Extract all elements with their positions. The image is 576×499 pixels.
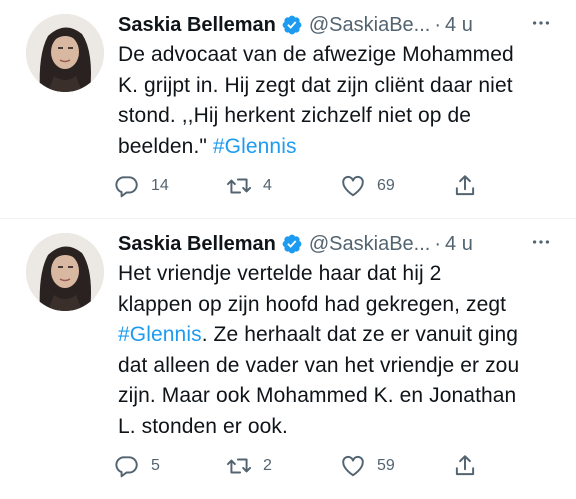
like-button[interactable]: 69 xyxy=(340,171,395,201)
timestamp[interactable]: 4 u xyxy=(445,229,473,259)
tweet-text-line: De advocaat van de afwezige Mohammed xyxy=(118,43,514,66)
share-icon xyxy=(455,455,475,476)
tweet[interactable]: Saskia Belleman @SaskiaBe... · 4 u De ad… xyxy=(0,0,576,218)
tweet-text-line: dat alleen de vader van het vriendje er … xyxy=(118,353,520,377)
reply-count: 5 xyxy=(151,457,160,474)
avatar-photo xyxy=(26,14,104,92)
tweet-text-line: klappen op zijn hoofd had gekregen, zegt xyxy=(118,292,507,316)
retweet-icon xyxy=(226,178,252,194)
avatar-photo xyxy=(26,233,104,311)
tweet-text-line: beelden." xyxy=(118,134,213,158)
tweet-actions: 5 2 59 xyxy=(114,451,514,481)
verified-badge-icon xyxy=(281,233,303,255)
verified-badge-icon xyxy=(281,14,303,36)
tweet-text-line: zijn. Maar ook Mohammed K. en Jonathan xyxy=(118,384,517,407)
tweet-text: De advocaat van de afwezige Mohammed K. … xyxy=(118,40,564,162)
reply-count: 14 xyxy=(151,177,169,194)
tweet-header: Saskia Belleman @SaskiaBe... · 4 u xyxy=(118,229,558,259)
like-button[interactable]: 59 xyxy=(340,451,395,481)
reply-icon xyxy=(115,456,138,478)
tweet-text-line: L. stonden er ook. xyxy=(118,414,288,438)
hashtag-link[interactable]: #Glennis xyxy=(213,135,297,158)
timestamp[interactable]: 4 u xyxy=(445,10,473,40)
tweet-header: Saskia Belleman @SaskiaBe... · 4 u xyxy=(118,10,558,40)
retweet-count: 4 xyxy=(263,177,272,194)
retweet-button[interactable]: 4 xyxy=(226,171,272,201)
like-count: 59 xyxy=(377,457,395,474)
tweet-actions: 14 4 69 xyxy=(114,171,514,201)
tweet[interactable]: Saskia Belleman @SaskiaBe... · 4 u Het v… xyxy=(0,219,576,499)
tweet-text-line: K. grijpt in. Hij zegt dat zijn cliënt d… xyxy=(118,73,513,97)
reply-icon xyxy=(115,176,138,198)
share-icon xyxy=(455,175,475,196)
retweet-icon xyxy=(226,458,252,474)
reply-button[interactable]: 5 xyxy=(114,451,160,481)
tweet-text-line: stond. ,,Hij herkent zichzelf niet op de xyxy=(118,104,472,127)
share-button[interactable] xyxy=(452,451,478,481)
author-name[interactable]: Saskia Belleman xyxy=(118,229,276,259)
like-count: 69 xyxy=(377,177,395,194)
more-options-icon[interactable] xyxy=(530,12,552,34)
author-handle[interactable]: @SaskiaBe... xyxy=(309,10,430,40)
share-button[interactable] xyxy=(452,171,478,201)
separator-dot: · xyxy=(434,233,442,255)
heart-icon xyxy=(342,455,364,477)
reply-button[interactable]: 14 xyxy=(114,171,169,201)
retweet-count: 2 xyxy=(263,457,272,474)
tweet-text-line: Het vriendje vertelde haar dat hij 2 xyxy=(118,262,442,285)
retweet-button[interactable]: 2 xyxy=(226,451,272,481)
tweet-text: Het vriendje vertelde haar dat hij 2 kla… xyxy=(118,259,564,442)
tweet-text-line: . Ze herhaalt dat ze er vanuit ging xyxy=(201,323,519,346)
more-options-icon[interactable] xyxy=(530,231,552,253)
avatar[interactable] xyxy=(26,14,104,92)
separator-dot: · xyxy=(434,14,442,36)
avatar[interactable] xyxy=(26,233,104,311)
author-name[interactable]: Saskia Belleman xyxy=(118,10,276,40)
hashtag-link[interactable]: #Glennis xyxy=(118,323,202,346)
author-handle[interactable]: @SaskiaBe... xyxy=(309,229,430,259)
heart-icon xyxy=(342,175,364,197)
